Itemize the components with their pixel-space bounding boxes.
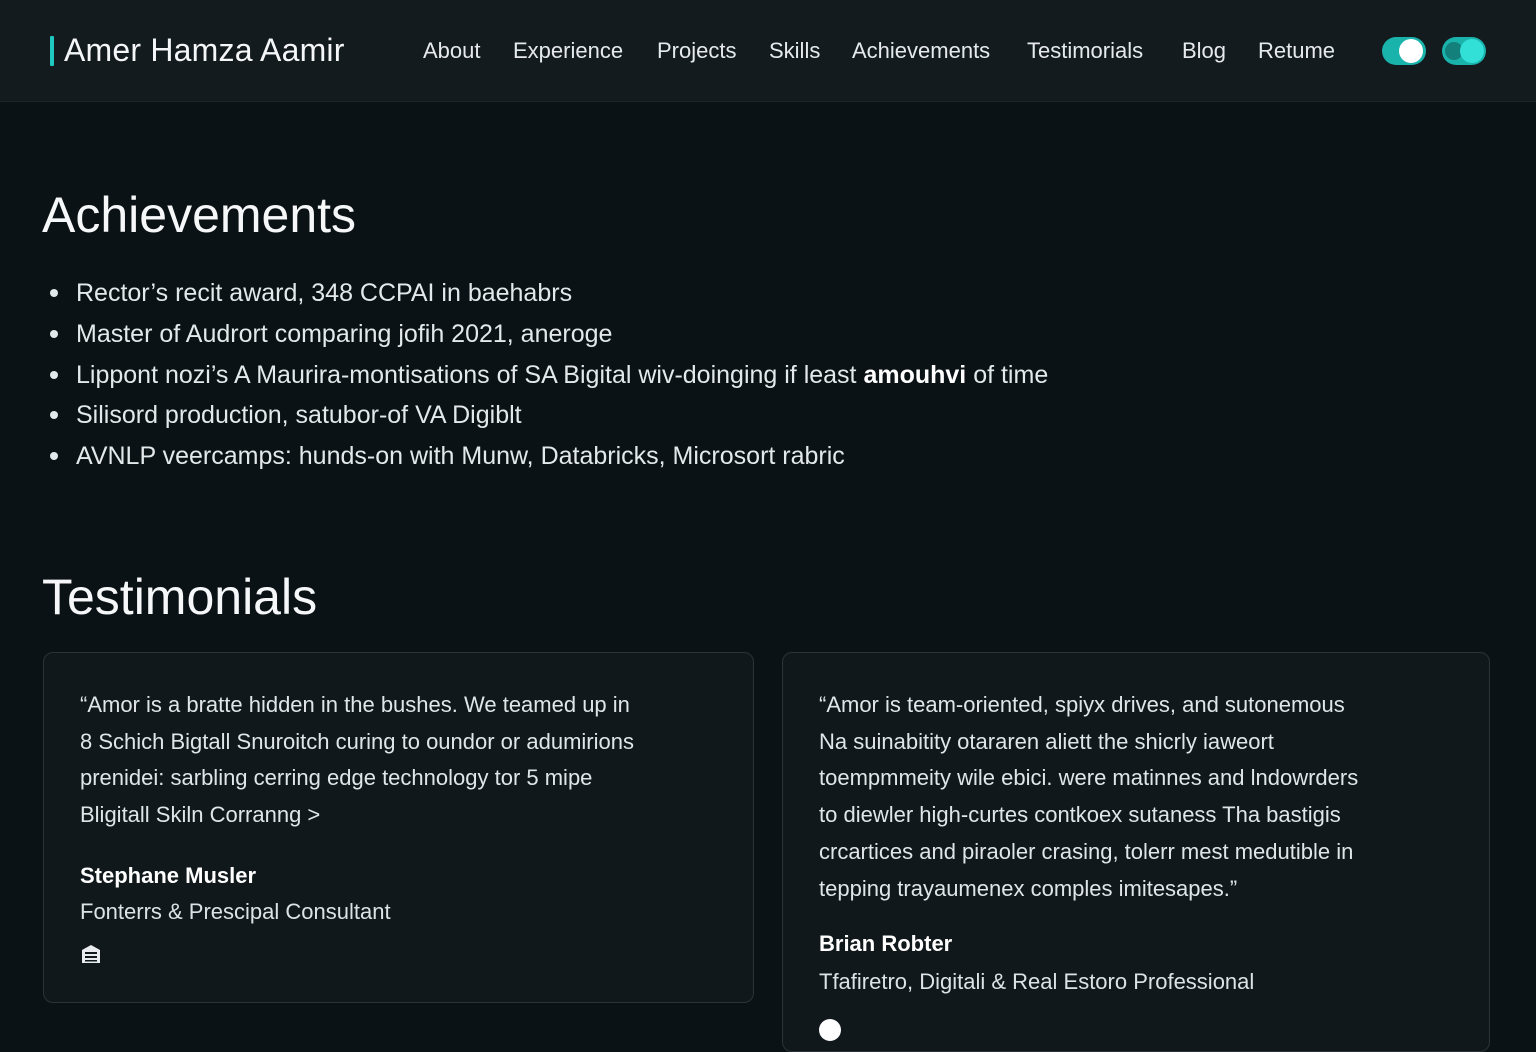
achievement-text: Master of Audrort comparing jofih 2021, … [76, 320, 613, 348]
testimonials-heading: Testimonials [42, 569, 318, 625]
toggle-knob [1460, 39, 1484, 63]
quote-line-link[interactable]: Bligitall Skiln Corranng > [80, 797, 634, 834]
achievement-text: of time [966, 361, 1049, 389]
top-navbar: Amer Hamza Aamir About Experience Projec… [0, 0, 1536, 102]
quote-line: toempmmeity wile ebici. were matinnes an… [819, 765, 1359, 791]
nav-links: About Experience Projects Skills Achieve… [0, 38, 1536, 68]
bullet-icon [50, 330, 58, 338]
nav-link-skills[interactable]: Skills [769, 38, 820, 64]
bullet-icon [50, 452, 58, 460]
quote-line: 8 Schich Bigtall Snuroitch curing to oun… [80, 728, 634, 754]
nav-link-blog[interactable]: Blog [1182, 38, 1226, 64]
quote-line: “Amor is a bratte hidden in the bushes. … [80, 692, 630, 717]
achievement-item: Master of Audrort comparing jofih 2021, … [48, 317, 1248, 358]
toggle-knob [1399, 39, 1423, 63]
quote-line: crcartices and piraoler crasing, tolerr … [819, 838, 1354, 864]
quote-line: “Amor is team-oriented, spiyx drives, an… [819, 692, 1345, 717]
testimonial-author-name: Brian Robter [819, 931, 953, 956]
achievement-text: AVNLP veercamps: hunds-on with Munw, Dat… [76, 442, 845, 470]
nav-link-resume[interactable]: Retume [1258, 38, 1335, 64]
testimonial-card: “Amor is a bratte hidden in the bushes. … [43, 652, 754, 1003]
testimonial-author-name: Stephane Musler [80, 863, 257, 888]
nav-link-projects[interactable]: Projects [657, 38, 736, 64]
achievements-list: Rector’s recit award, 348 CCPAI in baeha… [48, 276, 1248, 480]
quote-line: prenidei: sarbling cerring edge technolo… [80, 765, 593, 791]
testimonial-card: “Amor is team-oriented, spiyx drives, an… [782, 652, 1490, 1052]
bullet-icon [50, 371, 58, 379]
achievement-item: Rector’s recit award, 348 CCPAI in baeha… [48, 276, 1248, 317]
bullet-icon [50, 411, 58, 419]
quote-line: tepping trayaumenex comples imitesapes.” [819, 875, 1238, 901]
accent-toggle[interactable] [1442, 37, 1486, 65]
quote-line: to diewler high-curtes contkoex sutaness… [819, 802, 1341, 828]
achievement-item: AVNLP veercamps: hunds-on with Munw, Dat… [48, 439, 1248, 480]
testimonial-quote: “Amor is team-oriented, spiyx drives, an… [819, 687, 1358, 907]
achievement-text: Rector’s recit award, 348 CCPAI in baeha… [76, 279, 573, 307]
nav-link-about[interactable]: About [423, 38, 481, 64]
nav-link-achievements[interactable]: Achievements [852, 38, 990, 64]
achievement-item: Silisord production, satubor-of VA Digib… [48, 398, 1248, 439]
nav-link-testimonials[interactable]: Testimorials [1027, 38, 1143, 64]
nav-link-experience[interactable]: Experience [513, 38, 623, 64]
testimonial-quote: “Amor is a bratte hidden in the bushes. … [80, 687, 634, 834]
achievements-heading: Achievements [42, 187, 357, 243]
testimonial-author-role: Fonterrs & Prescipal Consultant [80, 899, 391, 924]
achievement-text: Lippont nozi’s A Maurira-montisations of… [76, 361, 864, 389]
building-icon [82, 945, 100, 963]
achievement-text: Silisord production, satubor-of VA Digib… [76, 401, 522, 429]
achievement-text-bold: amouhvi [863, 361, 967, 389]
theme-toggle[interactable] [1382, 37, 1426, 65]
dot-icon [819, 1019, 841, 1041]
quote-line: Na suinabitity otararen aliett the shicr… [819, 728, 1274, 754]
testimonial-author-role: Tfafiretro, Digitali & Real Estoro Profe… [819, 969, 1255, 994]
achievement-item: Lippont nozi’s A Maurira-montisations of… [48, 358, 1248, 398]
bullet-icon [50, 289, 58, 297]
